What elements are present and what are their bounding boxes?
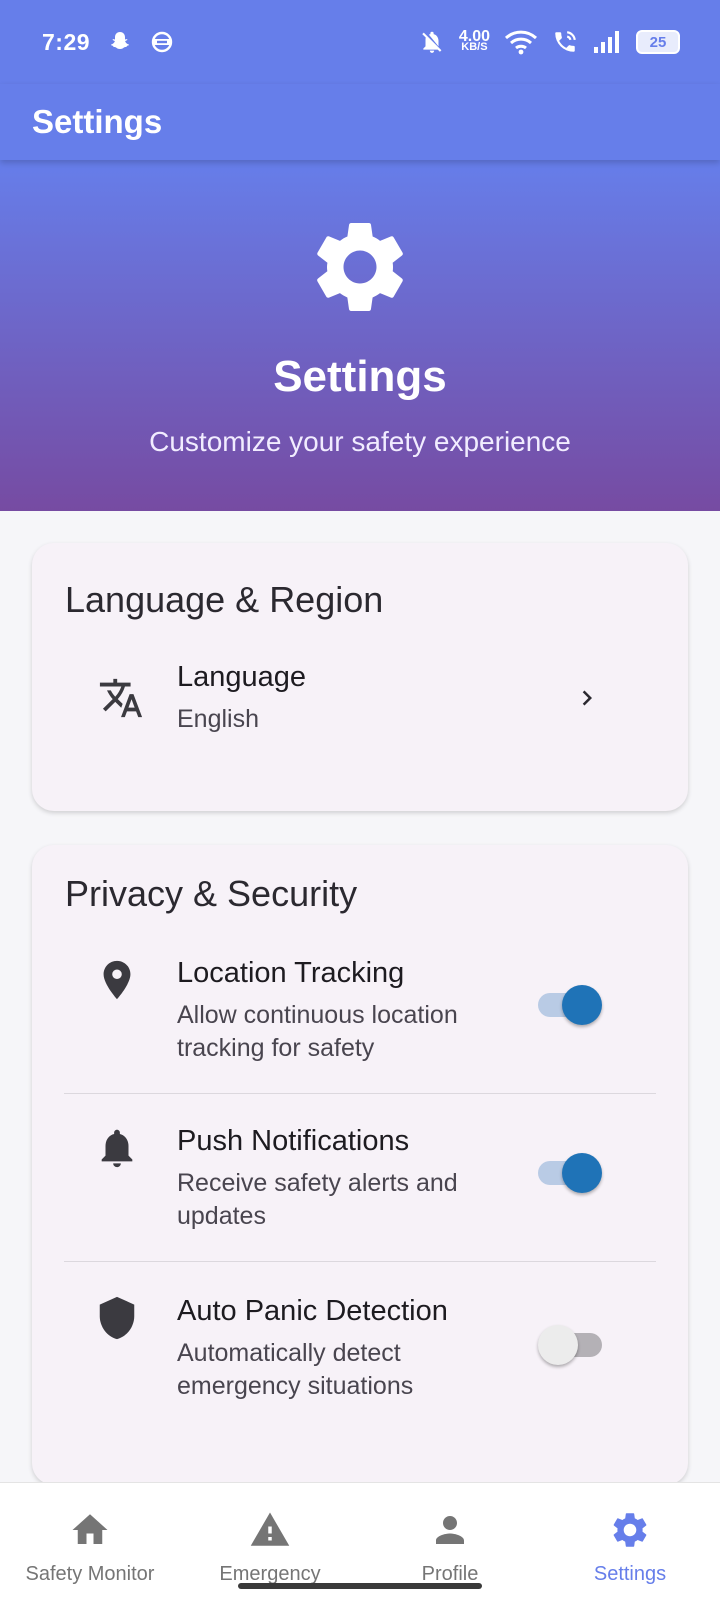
warning-icon (250, 1512, 290, 1546)
person-icon (436, 1516, 464, 1544)
nav-label: Settings (593, 1563, 667, 1585)
gesture-navigation-bar[interactable] (238, 1583, 482, 1589)
bell-icon (101, 1129, 133, 1168)
signal-icon (594, 31, 619, 53)
language-setting-row[interactable]: Language English (32, 661, 688, 761)
language-region-title: Language & Region (65, 579, 384, 620)
app-bar: Settings (0, 84, 720, 160)
shield-icon (99, 1296, 135, 1340)
gear-icon (317, 222, 403, 311)
push-notifications-switch[interactable] (538, 1153, 602, 1193)
battery-indicator: 25 (636, 30, 680, 54)
privacy-security-card: Privacy & Security Location Tracking All… (32, 845, 688, 1485)
location-tracking-description: Allow continuous location tracking for s… (177, 1001, 458, 1062)
location-pin-icon (103, 960, 131, 1000)
auto-panic-detection-row: Auto Panic Detection Automatically detec… (32, 1295, 688, 1415)
switch-thumb (538, 1325, 578, 1365)
language-value: English (177, 705, 259, 733)
location-tracking-row: Location Tracking Allow continuous locat… (32, 957, 688, 1077)
notifications-off-icon (422, 31, 442, 53)
divider (64, 1093, 656, 1094)
auto-panic-detection-title: Auto Panic Detection (177, 1295, 448, 1327)
app-bar-title: Settings (32, 103, 163, 140)
nav-settings[interactable]: Settings (540, 1483, 720, 1600)
snapchat-icon (111, 32, 130, 49)
auto-panic-detection-switch[interactable] (538, 1325, 602, 1365)
vpn-globe-icon (151, 31, 173, 53)
push-notifications-description: Receive safety alerts and updates (177, 1169, 458, 1230)
wifi-calling-icon (555, 31, 576, 52)
location-tracking-switch[interactable] (538, 985, 602, 1025)
nav-safety-monitor[interactable]: Safety Monitor (0, 1483, 180, 1600)
home-icon (72, 1514, 108, 1544)
push-notifications-row: Push Notifications Receive safety alerts… (32, 1125, 688, 1245)
switch-thumb (562, 1153, 602, 1193)
wifi-icon (504, 30, 538, 55)
status-bar: 7:29 4.00 KB/S 25 (0, 0, 720, 84)
switch-thumb (562, 985, 602, 1025)
network-speed: 4.00 KB/S (458, 28, 490, 53)
hero-title: Settings (273, 352, 447, 401)
hero-subtitle: Customize your safety experience (149, 426, 571, 457)
chevron-right-icon (582, 690, 592, 706)
push-notifications-title: Push Notifications (177, 1125, 410, 1157)
privacy-security-title: Privacy & Security (65, 873, 358, 914)
translate-icon (99, 678, 143, 718)
auto-panic-detection-description: Automatically detect emergency situation… (177, 1339, 414, 1400)
location-tracking-title: Location Tracking (177, 957, 405, 989)
gear-icon (613, 1513, 647, 1547)
language-label: Language (177, 661, 307, 693)
language-region-card: Language & Region Language English (32, 543, 688, 811)
divider (64, 1261, 656, 1262)
status-time: 7:29 (42, 28, 91, 55)
nav-label: Safety Monitor (25, 1563, 155, 1585)
settings-header-banner: Settings Customize your safety experienc… (0, 160, 720, 511)
